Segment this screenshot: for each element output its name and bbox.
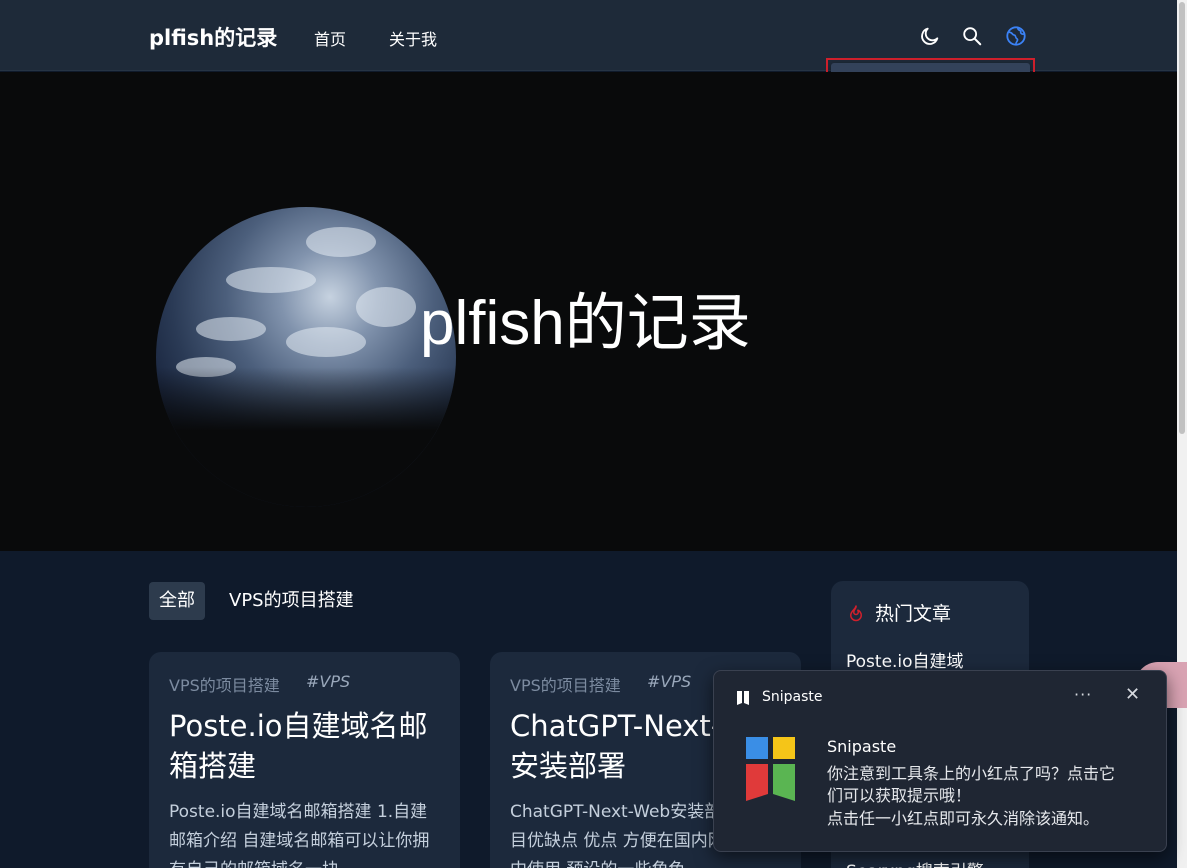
card-tag[interactable]: #VPS bbox=[306, 672, 350, 691]
card-category[interactable]: VPS的项目搭建 bbox=[510, 672, 621, 696]
moon-icon[interactable] bbox=[919, 25, 941, 47]
toast-app-name: Snipaste bbox=[762, 689, 823, 705]
search-icon[interactable] bbox=[961, 25, 983, 47]
hero-banner: plfish的记录 bbox=[0, 72, 1177, 551]
card-tag[interactable]: #VPS bbox=[647, 672, 691, 691]
tab-vps[interactable]: VPS的项目搭建 bbox=[219, 582, 364, 620]
close-button[interactable]: ✕ bbox=[1125, 686, 1140, 704]
toast-message-line: 们可以获取提示哦！ bbox=[827, 786, 972, 805]
nav-home[interactable]: 首页 bbox=[314, 26, 346, 50]
more-options-button[interactable]: ··· bbox=[1074, 685, 1092, 704]
snipaste-logo-icon bbox=[746, 737, 795, 801]
site-logo[interactable]: plfish的记录 bbox=[149, 22, 277, 52]
page-scrollbar[interactable] bbox=[1177, 0, 1187, 868]
hot-post-item[interactable]: Poste.io自建域 bbox=[846, 647, 964, 672]
scrollbar-thumb[interactable] bbox=[1179, 2, 1185, 434]
earth-image bbox=[156, 207, 456, 507]
card-title[interactable]: Poste.io自建域名邮箱搭建 bbox=[169, 706, 444, 786]
tab-all[interactable]: 全部 bbox=[149, 582, 205, 620]
hero-title: plfish的记录 bbox=[420, 289, 751, 358]
snipaste-app-icon bbox=[737, 691, 749, 705]
hot-posts-title: 热门文章 bbox=[875, 603, 952, 625]
nav-about[interactable]: 关于我 bbox=[389, 26, 437, 50]
toast-title: Snipaste bbox=[827, 737, 897, 756]
globe-icon[interactable] bbox=[1005, 25, 1027, 47]
card-category[interactable]: VPS的项目搭建 bbox=[169, 672, 280, 696]
post-card[interactable]: VPS的项目搭建 #VPS Poste.io自建域名邮箱搭建 Poste.io自… bbox=[149, 652, 460, 868]
toast-message-line: 你注意到工具条上的小红点了吗？点击它 bbox=[827, 764, 1116, 783]
card-excerpt: Poste.io自建域名邮箱搭建 1.自建邮箱介绍 自建域名邮箱可以让你拥有自己… bbox=[169, 802, 430, 868]
toast-message-line: 点击任一小红点即可永久消除该通知。 bbox=[827, 809, 1100, 828]
snipaste-notification: Snipaste ··· ✕ Snipaste 你注意到工具条上的小红点了吗？点… bbox=[713, 670, 1167, 852]
hot-post-item[interactable]: Searxng搜索引擎 bbox=[846, 857, 984, 868]
flame-icon bbox=[849, 605, 863, 622]
hot-posts-heading: 热门文章 bbox=[847, 599, 951, 626]
